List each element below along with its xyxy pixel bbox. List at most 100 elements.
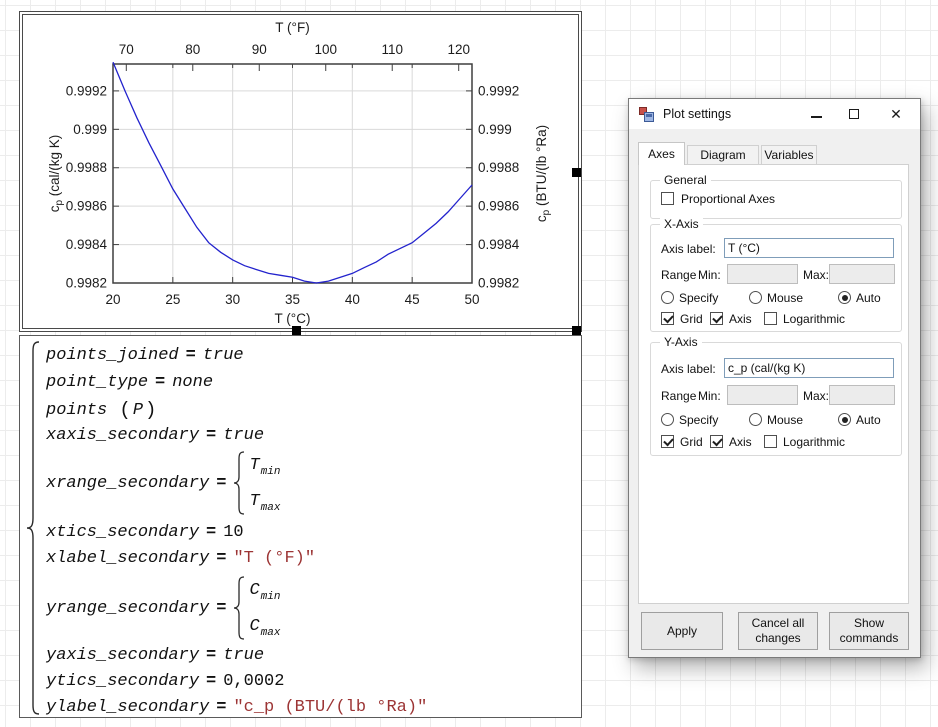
y-mouse-radio[interactable] xyxy=(749,413,762,426)
cancel-all-changes-button[interactable]: Cancel all changes xyxy=(738,612,818,650)
x-logarithmic-label: Logarithmic xyxy=(783,312,845,326)
code-token: points xyxy=(46,401,107,420)
x-logarithmic-checkbox[interactable] xyxy=(764,312,777,325)
proportional-axes-checkbox[interactable] xyxy=(661,192,674,205)
x-specify-radio[interactable] xyxy=(661,291,674,304)
y-auto-radio[interactable] xyxy=(838,413,851,426)
code-line-xlabel_secondary[interactable]: xlabel_secondary = "T (°F)" xyxy=(46,549,315,568)
apply-button[interactable]: Apply xyxy=(641,612,723,650)
x-auto-label: Auto xyxy=(856,291,881,305)
x-min-input[interactable] xyxy=(727,264,798,284)
group-x-axis-legend: X-Axis xyxy=(660,217,703,231)
cases-brace-icon xyxy=(233,451,245,515)
x-max-input[interactable] xyxy=(829,264,895,284)
code-token: Tmax xyxy=(249,487,280,523)
code-token: xtics_secondary xyxy=(46,523,199,542)
code-token: 10 xyxy=(223,523,243,542)
x-tick-label: 25 xyxy=(165,292,180,307)
x-grid-checkbox[interactable] xyxy=(661,312,674,325)
plot-svg: 202530354045507080901001101200.99820.998… xyxy=(23,15,578,328)
x-axis-title: T (°C) xyxy=(275,311,311,326)
x2-tick-label: 90 xyxy=(252,42,267,57)
plot-settings-dialog: Plot settings ✕ Axes Diagram style Varia… xyxy=(628,98,921,658)
group-general: General Proportional Axes xyxy=(650,180,902,219)
x-axis-label-input[interactable] xyxy=(724,238,894,258)
code-line-ylabel_secondary[interactable]: ylabel_secondary="c_p (BTU/(lb °Ra)" xyxy=(46,698,427,717)
x-mouse-radio[interactable] xyxy=(749,291,762,304)
y2-axis-title: cp (BTU/(lb °Ra) xyxy=(534,125,552,222)
y-specify-radio[interactable] xyxy=(661,413,674,426)
code-line-point_type[interactable]: point_type=none xyxy=(46,373,213,392)
tab-axes[interactable]: Axes xyxy=(638,142,685,165)
minimize-button[interactable] xyxy=(799,99,833,129)
y2-tick-label: 0.9992 xyxy=(478,83,519,98)
dialog-titlebar[interactable]: Plot settings ✕ xyxy=(629,99,920,129)
resize-handle-right[interactable] xyxy=(572,168,581,177)
plot-region[interactable]: 202530354045507080901001101200.99820.998… xyxy=(19,11,582,332)
y-tick-label: 0.9988 xyxy=(66,160,107,175)
code-token: min xyxy=(261,466,281,478)
x-auto-radio[interactable] xyxy=(838,291,851,304)
maximize-icon xyxy=(849,109,859,119)
code-token: = xyxy=(216,549,226,568)
plot-definition-region[interactable]: points_joined=truepoint_type=nonepoints … xyxy=(19,335,582,718)
code-token: "c_p (BTU/(lb °Ra)" xyxy=(233,698,427,717)
close-button[interactable]: ✕ xyxy=(879,99,913,129)
x2-tick-label: 110 xyxy=(381,42,403,57)
code-token: true xyxy=(223,646,264,665)
x-tick-label: 30 xyxy=(225,292,240,307)
y-tick-label: 0.999 xyxy=(73,122,107,137)
code-token: max xyxy=(261,502,281,514)
resize-handle-corner[interactable] xyxy=(572,326,581,335)
y-mouse-label: Mouse xyxy=(767,413,803,427)
y-tick-label: 0.9982 xyxy=(66,276,107,291)
code-line-xaxis_secondary[interactable]: xaxis_secondary=true xyxy=(46,426,264,445)
code-line-xrange_secondary[interactable]: xrange_secondary=TminTmax xyxy=(46,448,280,518)
code-line-points[interactable]: points (P) xyxy=(46,399,158,421)
y-range-caption: Range xyxy=(661,389,696,403)
y-specify-label: Specify xyxy=(679,413,718,427)
code-token: point_type xyxy=(46,373,148,392)
tab-diagram-style[interactable]: Diagram style xyxy=(687,145,759,165)
y-axis-label-input[interactable] xyxy=(724,358,894,378)
x-mouse-label: Mouse xyxy=(767,291,803,305)
y-axis-label-caption: Axis label: xyxy=(661,362,716,376)
code-token: true xyxy=(203,346,244,365)
cases-brace-icon xyxy=(233,576,245,640)
tab-variables[interactable]: Variables xyxy=(761,145,817,165)
y-min-input[interactable] xyxy=(727,385,798,405)
code-token: ytics_secondary xyxy=(46,672,199,691)
y-grid-checkbox[interactable] xyxy=(661,435,674,448)
y-max-input[interactable] xyxy=(829,385,895,405)
maximize-button[interactable] xyxy=(837,99,871,129)
code-token: yaxis_secondary xyxy=(46,646,199,665)
group-general-legend: General xyxy=(660,173,711,187)
code-token: CminCmax xyxy=(249,576,280,640)
y2-tick-label: 0.999 xyxy=(478,122,512,137)
code-token: "T (°F)" xyxy=(233,549,315,568)
y-axis-checkbox[interactable] xyxy=(710,435,723,448)
code-line-yaxis_secondary[interactable]: yaxis_secondary=true xyxy=(46,646,264,665)
code-token: Tmin xyxy=(249,451,280,487)
code-token: xrange_secondary xyxy=(46,474,209,493)
y2-tick-label: 0.9988 xyxy=(478,160,519,175)
x-axis-checkbox[interactable] xyxy=(710,312,723,325)
code-token: ( xyxy=(119,399,130,421)
x-tick-label: 20 xyxy=(105,292,120,307)
code-token: = xyxy=(206,523,216,542)
code-line-xtics_secondary[interactable]: xtics_secondary = 10 xyxy=(46,523,244,542)
code-token: xlabel_secondary xyxy=(46,549,209,568)
x2-tick-label: 70 xyxy=(119,42,134,57)
show-commands-button[interactable]: Show commands xyxy=(829,612,909,650)
code-token: xaxis_secondary xyxy=(46,426,199,445)
x2-tick-label: 100 xyxy=(314,42,337,57)
code-line-ytics_secondary[interactable]: ytics_secondary=0,0002 xyxy=(46,672,284,691)
code-line-points_joined[interactable]: points_joined=true xyxy=(46,346,244,365)
code-token: 0,0002 xyxy=(223,672,284,691)
y-logarithmic-checkbox[interactable] xyxy=(764,435,777,448)
close-icon: ✕ xyxy=(890,107,902,121)
code-token: none xyxy=(172,373,213,392)
code-line-yrange_secondary[interactable]: yrange_secondary=CminCmax xyxy=(46,573,280,643)
code-token: ylabel_secondary xyxy=(46,698,209,717)
resize-handle-bottom[interactable] xyxy=(292,326,301,335)
